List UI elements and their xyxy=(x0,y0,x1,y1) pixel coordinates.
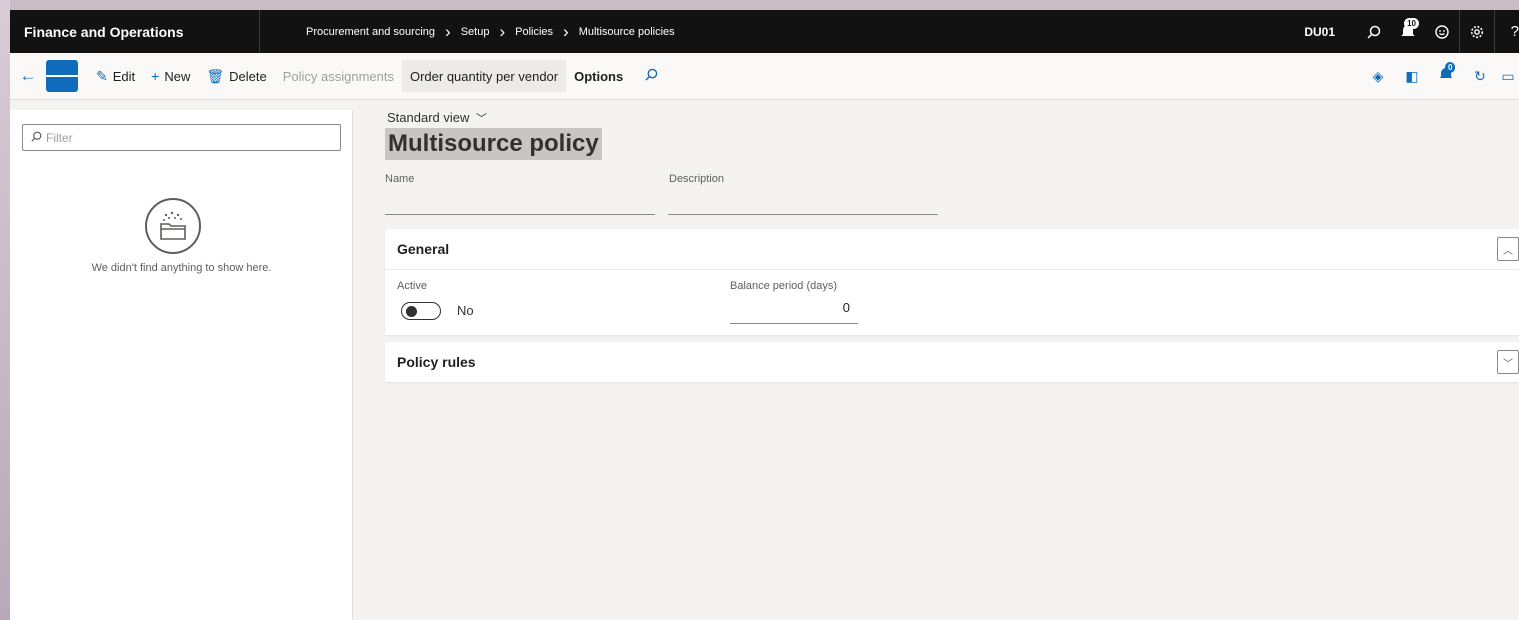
action-pane: ← ✎ Edit + New 🗑 Delete Policy assignmen… xyxy=(10,53,1519,100)
notifications-badge: 10 xyxy=(1404,18,1419,29)
filter-placeholder: Filter xyxy=(46,130,73,145)
active-toggle[interactable] xyxy=(401,302,441,320)
order-quantity-per-vendor-button[interactable]: Order quantity per vendor xyxy=(401,60,567,92)
plus-icon: + xyxy=(151,68,160,84)
window-frame xyxy=(0,0,10,620)
delete-button-label: Delete xyxy=(229,68,267,84)
filter-input[interactable]: Filter xyxy=(22,124,341,151)
power-apps-icon[interactable]: ◈ xyxy=(1361,68,1395,85)
name-field-label: Name xyxy=(385,173,415,185)
name-field[interactable] xyxy=(385,214,655,215)
view-selector[interactable]: Standard view ﹀ xyxy=(387,110,487,126)
description-field-label: Description xyxy=(669,173,725,185)
policy-rules-fasttab: Policy rules ﹀ xyxy=(385,342,1519,382)
list-pane: Filter We didn't find anything to show h… xyxy=(10,110,353,620)
options-tab[interactable]: Options xyxy=(566,60,631,92)
policy-assignments-button[interactable]: Policy assignments xyxy=(275,60,402,92)
new-button-label: New xyxy=(164,68,191,84)
back-arrow-icon[interactable]: ← xyxy=(10,66,46,86)
trash-icon: 🗑 xyxy=(206,67,225,84)
smiley-icon[interactable] xyxy=(1425,10,1459,53)
search-icon xyxy=(31,131,42,145)
refresh-icon[interactable]: ↻ xyxy=(1463,68,1497,85)
chevron-right-icon: › xyxy=(563,21,569,41)
policy-rules-fasttab-header[interactable]: Policy rules xyxy=(385,342,1519,382)
general-fasttab: General ︿ Active No Balance period (days… xyxy=(385,229,1519,335)
edit-button-label: Edit xyxy=(112,68,136,84)
open-new-window-icon[interactable]: ▭ xyxy=(1497,68,1519,85)
search-icon[interactable] xyxy=(645,68,658,84)
active-field-label: Active xyxy=(397,280,427,292)
office-icon[interactable]: ◧ xyxy=(1395,68,1429,85)
new-button[interactable]: + New xyxy=(143,60,198,92)
breadcrumb-item-multisource-policies[interactable]: Multisource policies xyxy=(579,26,675,38)
balance-period-underline xyxy=(730,323,858,324)
balance-period-input[interactable]: 0 xyxy=(730,300,858,315)
notifications-icon[interactable]: 10 xyxy=(1391,10,1425,53)
company-selector[interactable]: DU01 xyxy=(1304,25,1335,39)
page-title: Multisource policy xyxy=(385,128,602,160)
list-view-toggle-button[interactable] xyxy=(46,60,79,92)
toggle-knob xyxy=(406,306,417,317)
help-icon[interactable]: ? xyxy=(1495,10,1519,53)
chevron-down-icon[interactable]: ﹀ xyxy=(1497,350,1519,374)
top-navigation-bar: Finance and Operations Procurement and s… xyxy=(10,10,1519,53)
view-name: Standard view xyxy=(387,110,470,125)
gear-icon[interactable] xyxy=(1460,10,1494,53)
general-fasttab-body: Active No Balance period (days) 0 xyxy=(385,269,1519,335)
delete-button[interactable]: 🗑 Delete xyxy=(198,60,274,92)
active-toggle-value: No xyxy=(457,303,474,318)
topbar-tools: DU01 10 ? xyxy=(1304,10,1519,53)
breadcrumb-item-procurement[interactable]: Procurement and sourcing xyxy=(306,26,435,38)
app-title[interactable]: Finance and Operations xyxy=(10,10,260,53)
attachments-icon[interactable]: 0 xyxy=(1429,62,1463,85)
breadcrumb-item-setup[interactable]: Setup xyxy=(461,26,490,38)
search-icon[interactable] xyxy=(1357,10,1391,53)
breadcrumb-item-policies[interactable]: Policies xyxy=(515,26,553,38)
chevron-right-icon: › xyxy=(445,21,451,41)
chevron-right-icon: › xyxy=(499,21,506,41)
action-pane-right-tools: ◈ ◧ 0 ↻ ▭ xyxy=(1361,53,1519,100)
app-window: Finance and Operations Procurement and s… xyxy=(10,10,1519,620)
pencil-icon: ✎ xyxy=(96,67,108,84)
description-field[interactable] xyxy=(668,214,938,215)
attachments-badge: 0 xyxy=(1445,62,1456,73)
empty-state-message: We didn't find anything to show here. xyxy=(91,262,272,274)
chevron-down-icon: ﹀ xyxy=(476,113,488,125)
general-fasttab-header[interactable]: General xyxy=(385,229,1519,269)
chevron-up-icon[interactable]: ︿ xyxy=(1497,237,1519,261)
breadcrumb: Procurement and sourcing › Setup › Polic… xyxy=(260,22,675,42)
empty-folder-icon xyxy=(145,198,201,254)
edit-button[interactable]: ✎ Edit xyxy=(88,60,143,92)
balance-period-label: Balance period (days) xyxy=(730,280,838,292)
